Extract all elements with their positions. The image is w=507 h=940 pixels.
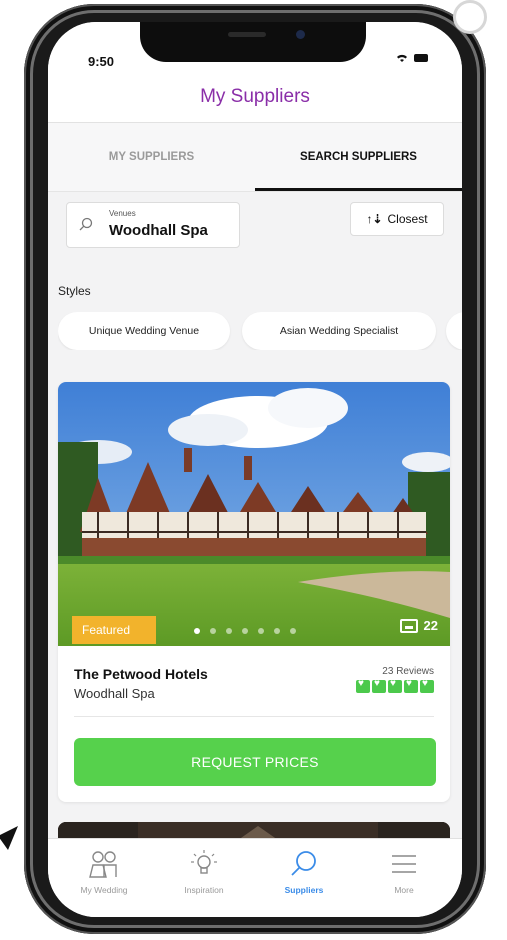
- venue-photo[interactable]: Featured 22: [58, 382, 450, 646]
- search-icon: [254, 847, 354, 881]
- search-location: Woodhall Spa: [109, 222, 208, 239]
- status-time: 9:50: [88, 54, 115, 69]
- battery-icon: [414, 54, 428, 62]
- tab-label: Suppliers: [284, 885, 324, 895]
- carousel-dot[interactable]: [290, 628, 296, 634]
- notch: [140, 22, 366, 62]
- sort-icon: ↑⇣: [366, 212, 383, 226]
- sort-label: Closest: [387, 212, 428, 226]
- chip-unique-wedding-venue[interactable]: Unique Wedding Venue: [58, 312, 230, 350]
- carousel-dot[interactable]: [226, 628, 232, 634]
- carousel-dot[interactable]: [210, 628, 216, 634]
- divider: [74, 716, 434, 717]
- search-row: Venues Woodhall Spa ↑⇣ Closest: [48, 192, 462, 256]
- phone-screen: 9:50 My Suppliers MY SUPPLIERS SEARCH SU…: [48, 22, 462, 917]
- bottom-tab-bar: My Wedding Inspiration Suppliers More: [48, 838, 462, 917]
- carousel-dot[interactable]: [242, 628, 248, 634]
- search-category: Venues: [109, 209, 136, 218]
- photo-count-value: 22: [423, 618, 438, 633]
- style-chips: Unique Wedding Venue Asian Wedding Speci…: [58, 312, 462, 350]
- tab-inspiration[interactable]: Inspiration: [154, 847, 254, 895]
- heart-rating-icon: [372, 678, 386, 693]
- chip-more[interactable]: [446, 312, 462, 350]
- heart-rating-icon: [388, 678, 402, 693]
- tab-more[interactable]: More: [354, 847, 454, 895]
- photo-count: 22: [399, 618, 438, 633]
- tab-search-suppliers[interactable]: SEARCH SUPPLIERS: [255, 123, 462, 191]
- tab-label: My Wedding: [80, 885, 128, 895]
- featured-badge: Featured: [72, 616, 156, 644]
- arrow-decoration: [0, 826, 18, 850]
- venue-name[interactable]: The Petwood Hotels: [74, 666, 208, 682]
- speaker: [228, 32, 266, 37]
- tab-my-suppliers[interactable]: MY SUPPLIERS: [48, 123, 255, 191]
- front-camera: [296, 30, 305, 39]
- gallery-icon: [399, 618, 418, 633]
- sort-button[interactable]: ↑⇣ Closest: [350, 202, 444, 236]
- search-icon: [79, 217, 93, 231]
- heart-rating-icon: [420, 678, 434, 693]
- tab-my-wedding[interactable]: My Wedding: [54, 847, 154, 895]
- page-title: My Suppliers: [200, 86, 310, 107]
- reviews[interactable]: 23 Reviews: [356, 666, 434, 693]
- tab-label: Inspiration: [184, 885, 224, 895]
- lightbulb-icon: [154, 847, 254, 881]
- carousel-dot[interactable]: [274, 628, 280, 634]
- venue-photo-image: [58, 382, 450, 646]
- supplier-tabs: MY SUPPLIERS SEARCH SUPPLIERS: [48, 123, 462, 192]
- status-icons: [396, 53, 428, 63]
- wifi-icon: [397, 54, 407, 62]
- location-search-input[interactable]: Venues Woodhall Spa: [66, 202, 240, 248]
- app-header: My Suppliers: [48, 86, 462, 123]
- menu-icon: [354, 847, 454, 881]
- carousel-dot[interactable]: [258, 628, 264, 634]
- couple-icon: [54, 847, 154, 881]
- request-prices-button[interactable]: REQUEST PRICES: [74, 738, 436, 786]
- tab-suppliers[interactable]: Suppliers: [254, 847, 354, 895]
- venue-location: Woodhall Spa: [74, 686, 155, 701]
- reviews-count: 23 Reviews: [382, 666, 434, 677]
- styles-label: Styles: [58, 284, 91, 298]
- carousel-dot[interactable]: [194, 628, 200, 634]
- chip-asian-wedding-specialist[interactable]: Asian Wedding Specialist: [242, 312, 436, 350]
- heart-rating-icon: [356, 678, 370, 693]
- rating-stars: [356, 678, 434, 693]
- carousel-dots[interactable]: [194, 628, 296, 634]
- listing-card[interactable]: Featured 22 The Petwood Hotels Woodhall …: [58, 382, 450, 802]
- heart-rating-icon: [404, 678, 418, 693]
- tab-label: More: [394, 885, 414, 895]
